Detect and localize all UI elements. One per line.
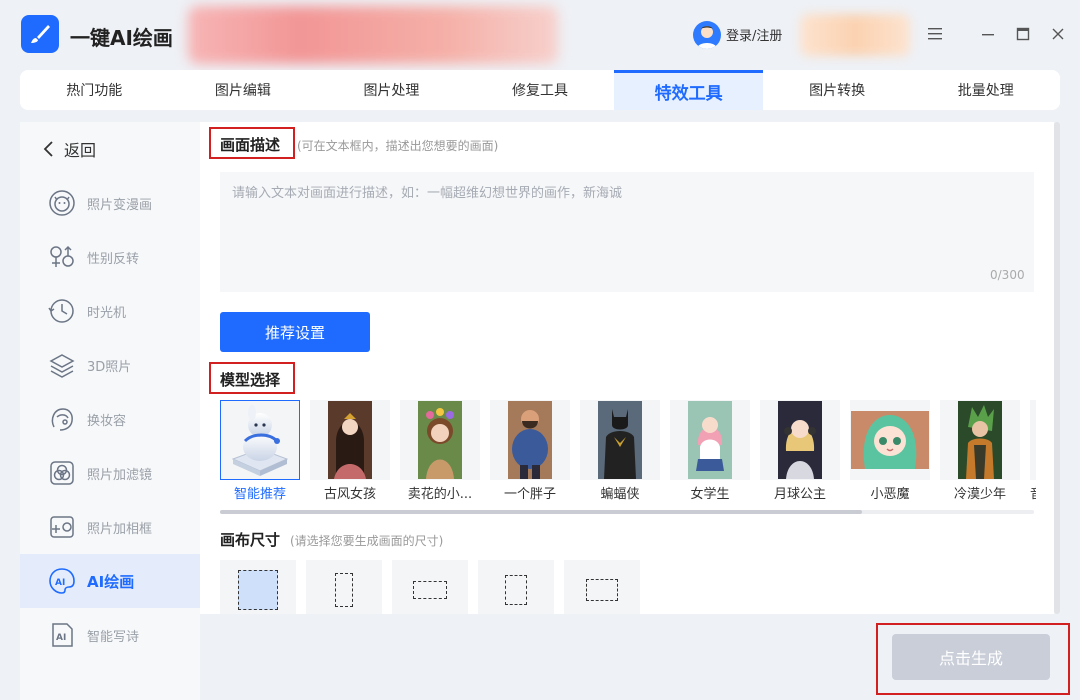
menu-icon[interactable]: [923, 22, 947, 46]
size-option-portrait-tall[interactable]: [306, 560, 382, 614]
size-option-landscape[interactable]: [564, 560, 640, 614]
model-thumbnail: [310, 400, 390, 480]
cartoon-face-icon: [48, 189, 76, 217]
model-card-batman[interactable]: 蝙蝠侠: [580, 400, 660, 502]
shape: [413, 581, 447, 599]
model-thumbnail: [400, 400, 480, 480]
app-logo-icon: [21, 15, 59, 53]
model-card-ancient-girl[interactable]: 古风女孩: [310, 400, 390, 502]
sidebar-item-photo-cartoon[interactable]: 照片变漫画: [20, 176, 200, 230]
sidebar: 返回 照片变漫画 性别反转 时光机 3D照片 换妆容 照片加滤镜 照片加相框 A…: [20, 122, 200, 700]
size-option-landscape-wide[interactable]: [392, 560, 468, 614]
model-thumbnail: [670, 400, 750, 480]
model-list-scrollbar[interactable]: [220, 510, 1034, 514]
canvas-size-title: 画布尺寸: [220, 531, 281, 549]
model-thumbnail: [580, 400, 660, 480]
shape: [238, 570, 278, 610]
avatar[interactable]: [693, 21, 721, 49]
sidebar-item-filter[interactable]: 照片加滤镜: [20, 446, 200, 500]
model-card-smart[interactable]: 智能推荐: [220, 400, 300, 502]
canvas-size-hint: (请选择您要生成画面的尺寸): [290, 534, 444, 548]
close-icon[interactable]: [1046, 22, 1070, 46]
model-thumbnail: [1030, 400, 1036, 480]
shape: [586, 579, 618, 601]
makeup-icon: [48, 405, 76, 433]
title-bar: 一键AI绘画 登录/注册: [0, 0, 1080, 70]
highlight-box-generate: 点击生成: [876, 623, 1070, 695]
app-title: 一键AI绘画: [70, 26, 173, 50]
description-title: 画面描述: [220, 136, 281, 154]
vertical-scrollbar-thumb[interactable]: [1054, 122, 1060, 614]
svg-text:AI: AI: [56, 633, 66, 643]
tab-repair-tools[interactable]: 修复工具: [466, 70, 615, 110]
sidebar-item-ai-paint[interactable]: AI AI绘画: [20, 554, 200, 608]
sidebar-item-frame[interactable]: 照片加相框: [20, 500, 200, 554]
tab-image-convert[interactable]: 图片转换: [763, 70, 912, 110]
promo-banner[interactable]: [188, 6, 558, 64]
model-list: 智能推荐 古风女孩 卖花的小... 一个胖子 蝙蝠侠 女学生 月球公主 小恶魔 …: [220, 400, 1036, 508]
shape: [505, 575, 527, 605]
recommend-settings-button[interactable]: 推荐设置: [220, 312, 370, 352]
sidebar-item-3d-photo[interactable]: 3D照片: [20, 338, 200, 392]
character-counter: 0/300: [990, 268, 1025, 282]
back-button[interactable]: 返回: [42, 137, 96, 161]
model-title: 模型选择: [220, 371, 281, 389]
model-list-scrollbar-thumb[interactable]: [220, 510, 862, 514]
tab-image-edit[interactable]: 图片编辑: [169, 70, 318, 110]
description-input[interactable]: [220, 172, 1034, 292]
sidebar-item-time-machine[interactable]: 时光机: [20, 284, 200, 338]
size-option-portrait[interactable]: [478, 560, 554, 614]
maximize-icon[interactable]: [1011, 22, 1035, 46]
shape: [335, 573, 353, 607]
gender-icon: [48, 243, 76, 271]
sidebar-item-gender-swap[interactable]: 性别反转: [20, 230, 200, 284]
model-thumbnail: [490, 400, 570, 480]
tab-image-process[interactable]: 图片处理: [317, 70, 466, 110]
description-hint: (可在文本框内，描述出您想要的画面): [297, 139, 499, 153]
clock-icon: [48, 297, 76, 325]
model-thumbnail: [220, 400, 300, 480]
tab-hot-features[interactable]: 热门功能: [20, 70, 169, 110]
frame-icon: [48, 513, 76, 541]
model-card-cool-boy[interactable]: 冷漠少年: [940, 400, 1020, 502]
vip-banner[interactable]: [800, 14, 910, 56]
model-thumbnail: [760, 400, 840, 480]
model-card-little-devil[interactable]: 小恶魔: [850, 400, 930, 502]
tab-effect-tools[interactable]: 特效工具: [614, 70, 763, 110]
chevron-left-icon: [43, 141, 53, 157]
sidebar-item-makeup[interactable]: 换妆容: [20, 392, 200, 446]
layers-icon: [48, 351, 76, 379]
model-card-fat-man[interactable]: 一个胖子: [490, 400, 570, 502]
ai-poem-icon: AI: [48, 621, 76, 649]
model-thumbnail: [940, 400, 1020, 480]
size-option-square[interactable]: [220, 560, 296, 614]
model-thumbnail: [850, 400, 930, 480]
sidebar-item-ai-poem[interactable]: AI 智能写诗: [20, 608, 200, 662]
model-card-schoolgirl[interactable]: 女学生: [670, 400, 750, 502]
tab-batch-process[interactable]: 批量处理: [911, 70, 1060, 110]
svg-text:AI: AI: [55, 578, 65, 588]
vertical-scrollbar[interactable]: [1054, 122, 1060, 614]
model-card-flower-girl[interactable]: 卖花的小...: [400, 400, 480, 502]
model-card-moon-princess[interactable]: 月球公主: [760, 400, 840, 502]
minimize-icon[interactable]: [976, 22, 1000, 46]
main-panel: 画面描述 (可在文本框内，描述出您想要的画面) 0/300 推荐设置 模型选择: [200, 122, 1060, 614]
ai-paint-icon: AI: [48, 567, 76, 595]
login-link[interactable]: 登录/注册: [726, 25, 782, 44]
model-card-partial[interactable]: 音: [1030, 400, 1036, 502]
filter-icon: [48, 459, 76, 487]
main-tab-bar: 热门功能 图片编辑 图片处理 修复工具 特效工具 图片转换 批量处理: [20, 70, 1060, 110]
generate-button[interactable]: 点击生成: [892, 634, 1050, 680]
